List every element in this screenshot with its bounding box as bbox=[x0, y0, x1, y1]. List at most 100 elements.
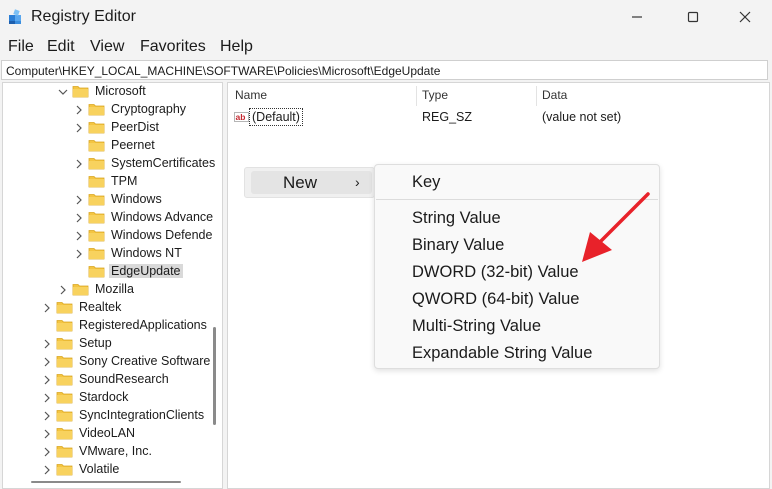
tree-scrollbar-thumb[interactable] bbox=[213, 327, 216, 425]
value-row[interactable]: ab (Default) REG_SZ (value not set) bbox=[228, 106, 768, 128]
value-type: REG_SZ bbox=[422, 110, 473, 124]
chevron-right-icon[interactable] bbox=[73, 212, 85, 224]
menu-favorites[interactable]: Favorites bbox=[140, 38, 206, 56]
chevron-right-icon[interactable] bbox=[73, 194, 85, 206]
folder-icon bbox=[72, 284, 89, 296]
svg-text:ab: ab bbox=[236, 112, 246, 122]
tree-vertical-scrollbar[interactable] bbox=[209, 87, 217, 483]
folder-icon bbox=[88, 176, 105, 188]
folder-icon bbox=[56, 464, 73, 476]
tree-item-label: EdgeUpdate bbox=[109, 264, 183, 278]
submenu-item-expandable-string-value[interactable]: Expandable String Value bbox=[412, 344, 592, 363]
submenu-item-qword-value[interactable]: QWORD (64-bit) Value bbox=[412, 290, 579, 309]
column-header-data[interactable]: Data bbox=[542, 88, 567, 102]
chevron-right-icon[interactable] bbox=[73, 158, 85, 170]
minimize-icon bbox=[632, 16, 642, 18]
value-data: (value not set) bbox=[542, 110, 622, 124]
tree-item-label: Windows Advance bbox=[111, 210, 214, 224]
annotation-arrow-icon bbox=[582, 192, 650, 262]
maximize-icon bbox=[687, 11, 699, 23]
tree-item-label: Setup bbox=[79, 336, 112, 350]
folder-icon bbox=[56, 446, 73, 458]
folder-icon bbox=[72, 86, 89, 98]
chevron-right-icon[interactable] bbox=[41, 356, 53, 368]
menu-edit[interactable]: Edit bbox=[47, 38, 75, 56]
address-path: Computer\HKEY_LOCAL_MACHINE\SOFTWARE\Pol… bbox=[6, 64, 441, 78]
folder-icon bbox=[88, 248, 105, 260]
tree-item-label: Microsoft bbox=[95, 84, 146, 98]
folder-icon bbox=[88, 194, 105, 206]
submenu-arrow-icon: › bbox=[355, 174, 360, 190]
address-bar[interactable]: Computer\HKEY_LOCAL_MACHINE\SOFTWARE\Pol… bbox=[1, 60, 768, 80]
column-divider[interactable] bbox=[536, 86, 537, 106]
chevron-right-icon[interactable] bbox=[41, 338, 53, 350]
tree-item-label: Cryptography bbox=[111, 102, 187, 116]
folder-icon bbox=[88, 230, 105, 242]
menu-view[interactable]: View bbox=[90, 38, 124, 56]
context-menu-new-label: New bbox=[283, 173, 318, 192]
tree-item-label: PeerDist bbox=[111, 120, 159, 134]
folder-icon bbox=[56, 410, 73, 422]
chevron-down-icon[interactable] bbox=[57, 86, 69, 98]
chevron-right-icon[interactable] bbox=[73, 248, 85, 260]
tree-item-label: VMware, Inc. bbox=[79, 444, 152, 458]
tree-item-label: SyncIntegrationClients bbox=[79, 408, 205, 422]
folder-icon bbox=[56, 356, 73, 368]
chevron-right-icon[interactable] bbox=[73, 122, 85, 134]
key-tree-pane[interactable]: Microsoft Cryptography PeerDist Peernet Syst… bbox=[2, 82, 223, 489]
chevron-right-icon[interactable] bbox=[41, 302, 53, 314]
column-divider[interactable] bbox=[416, 86, 417, 106]
submenu-item-multi-string-value[interactable]: Multi-String Value bbox=[412, 317, 541, 336]
chevron-right-icon[interactable] bbox=[41, 446, 53, 458]
folder-icon bbox=[88, 158, 105, 170]
folder-icon bbox=[88, 104, 105, 116]
chevron-right-icon[interactable] bbox=[41, 428, 53, 440]
value-name: (Default) bbox=[249, 108, 303, 126]
tree-horizontal-scrollbar[interactable] bbox=[31, 481, 181, 483]
tree-item-label: Realtek bbox=[79, 300, 122, 314]
tree-item-label: TPM bbox=[111, 174, 138, 188]
tree-item-label: SystemCertificates bbox=[111, 156, 216, 170]
tree-item-label: Sony Creative Software bbox=[79, 354, 211, 368]
folder-icon bbox=[56, 428, 73, 440]
folder-icon bbox=[56, 320, 73, 332]
chevron-right-icon[interactable] bbox=[73, 230, 85, 242]
chevron-right-icon[interactable] bbox=[41, 392, 53, 404]
close-button[interactable] bbox=[722, 0, 768, 34]
menu-file[interactable]: File bbox=[8, 38, 34, 56]
folder-icon bbox=[56, 374, 73, 386]
menu-bar: File Edit View Favorites Help bbox=[0, 36, 772, 58]
chevron-right-icon[interactable] bbox=[41, 464, 53, 476]
context-menu-new-item[interactable]: New › bbox=[251, 171, 372, 194]
chevron-right-icon[interactable] bbox=[41, 410, 53, 422]
registry-editor-icon bbox=[9, 9, 21, 24]
tree-item-label: Peernet bbox=[111, 138, 155, 152]
tree-item-label: Windows Defende bbox=[111, 228, 213, 242]
tree-item-label: Mozilla bbox=[95, 282, 134, 296]
chevron-right-icon[interactable] bbox=[41, 374, 53, 386]
folder-icon bbox=[56, 338, 73, 350]
maximize-button[interactable] bbox=[670, 0, 716, 34]
menu-help[interactable]: Help bbox=[220, 38, 253, 56]
window-title: Registry Editor bbox=[31, 8, 136, 25]
folder-icon bbox=[56, 392, 73, 404]
tree-item-label: RegisteredApplications bbox=[79, 318, 207, 332]
submenu-item-string-value[interactable]: String Value bbox=[412, 209, 501, 228]
tree-item-label: Windows bbox=[111, 192, 162, 206]
submenu-item-dword-value[interactable]: DWORD (32-bit) Value bbox=[412, 263, 579, 282]
close-icon bbox=[739, 11, 751, 23]
folder-icon bbox=[88, 122, 105, 134]
column-header-type[interactable]: Type bbox=[422, 88, 448, 102]
tree-item-label: VideoLAN bbox=[79, 426, 136, 440]
submenu-item-key[interactable]: Key bbox=[412, 173, 440, 192]
submenu-item-binary-value[interactable]: Binary Value bbox=[412, 236, 504, 255]
title-bar: Registry Editor bbox=[0, 0, 772, 34]
folder-icon bbox=[88, 140, 105, 152]
chevron-right-icon[interactable] bbox=[57, 284, 69, 296]
tree-item-label: Stardock bbox=[79, 390, 129, 404]
minimize-button[interactable] bbox=[614, 0, 660, 34]
folder-icon bbox=[56, 302, 73, 314]
chevron-right-icon[interactable] bbox=[73, 104, 85, 116]
folder-icon bbox=[88, 212, 105, 224]
column-header-name[interactable]: Name bbox=[235, 88, 267, 102]
